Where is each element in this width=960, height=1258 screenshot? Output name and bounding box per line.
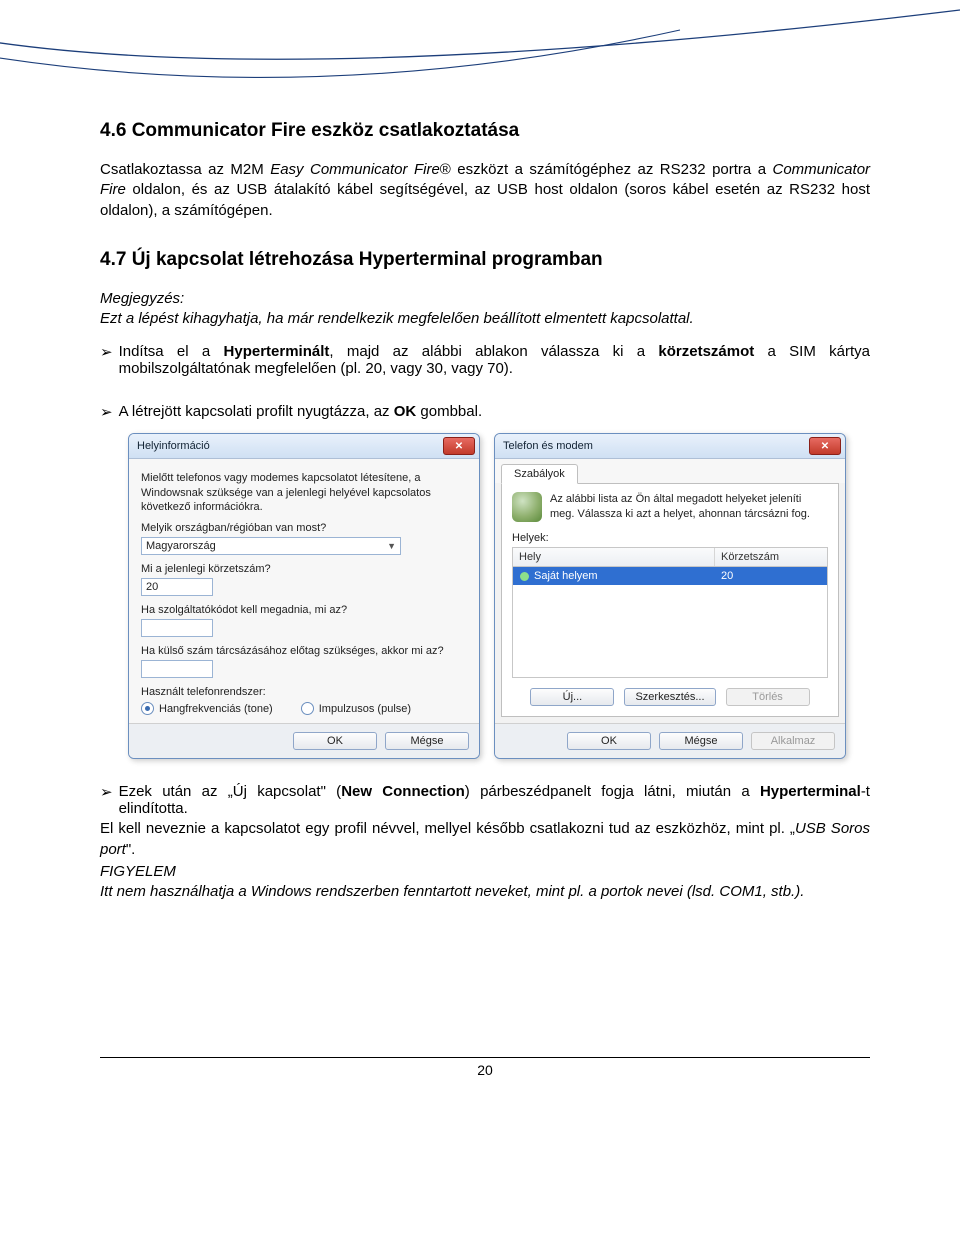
radio-tone[interactable]: Hangfrekvenciás (tone) bbox=[141, 702, 273, 715]
bullet-2: ➢ A létrejött kapcsolati profilt nyugtáz… bbox=[100, 403, 870, 421]
bullet-1: ➢ Indítsa el a Hyperterminált, majd az a… bbox=[100, 343, 870, 377]
text: Csatlakoztassa az M2M bbox=[100, 161, 270, 178]
cancel-button[interactable]: Mégse bbox=[659, 732, 743, 750]
text-bold: Hyperterminált bbox=[224, 343, 330, 360]
radio-label: Hangfrekvenciás (tone) bbox=[159, 703, 273, 715]
dialog-figures: Helyinformáció ✕ Mielőtt telefonos vagy … bbox=[128, 433, 870, 759]
list-header: Hely Körzetszám bbox=[512, 547, 828, 566]
text: , majd az alábbi ablakon válassza ki a bbox=[329, 343, 658, 360]
text: El kell neveznie a kapcsolatot egy profi… bbox=[100, 820, 795, 837]
radio-icon bbox=[301, 702, 314, 715]
edit-button[interactable]: Szerkesztés... bbox=[624, 688, 715, 706]
text: A létrejött kapcsolati profilt nyugtázza… bbox=[119, 403, 394, 420]
warning-label: FIGYELEM bbox=[100, 862, 870, 882]
page-footer: 20 bbox=[100, 1057, 870, 1078]
outside-prefix-input[interactable] bbox=[141, 660, 213, 678]
col-location: Hely bbox=[513, 548, 715, 566]
text-bold: körzetszámot bbox=[658, 343, 754, 360]
apply-button[interactable]: Alkalmaz bbox=[751, 732, 835, 750]
carrier-code-input[interactable] bbox=[141, 619, 213, 637]
label-carrier-code: Ha szolgáltatókódot kell megadnia, mi az… bbox=[141, 604, 467, 616]
label-outside-prefix: Ha külső szám tárcsázásához előtag szüks… bbox=[141, 645, 467, 657]
radio-icon bbox=[141, 702, 154, 715]
cell-area-code: 20 bbox=[715, 567, 827, 585]
note-body: Ezt a lépést kihagyhatja, ha már rendelk… bbox=[100, 309, 870, 329]
col-area-code: Körzetszám bbox=[715, 548, 827, 566]
para-after-bullet3: El kell neveznie a kapcsolatot egy profi… bbox=[100, 819, 870, 860]
intro-text: Az alábbi lista az Ön által megadott hel… bbox=[550, 492, 828, 521]
radio-pulse[interactable]: Impulzusos (pulse) bbox=[301, 702, 411, 715]
locations-listbox[interactable]: Saját helyem 20 bbox=[512, 566, 828, 678]
cell-location: Saját helyem bbox=[534, 570, 598, 582]
status-dot-icon bbox=[519, 571, 530, 582]
titlebar: Telefon és modem ✕ bbox=[495, 434, 845, 459]
cancel-button[interactable]: Mégse bbox=[385, 732, 469, 750]
text-bold: Hyperterminal bbox=[760, 783, 861, 800]
tab-rules[interactable]: Szabályok bbox=[501, 464, 578, 484]
para-4-6: Csatlakoztassa az M2M Easy Communicator … bbox=[100, 160, 870, 221]
radio-label: Impulzusos (pulse) bbox=[319, 703, 411, 715]
dialog-phone-modem: Telefon és modem ✕ Szabályok Az alábbi l… bbox=[494, 433, 846, 759]
close-icon[interactable]: ✕ bbox=[809, 437, 841, 455]
chevron-down-icon: ▼ bbox=[387, 541, 396, 551]
text-bold: OK bbox=[394, 403, 417, 420]
text-bold: New Connection bbox=[341, 783, 465, 800]
note-label: Megjegyzés: bbox=[100, 289, 870, 309]
dropdown-value: Magyarország bbox=[146, 540, 216, 552]
titlebar: Helyinformáció ✕ bbox=[129, 434, 479, 459]
bullet-mark-icon: ➢ bbox=[100, 343, 113, 377]
close-icon[interactable]: ✕ bbox=[443, 437, 475, 455]
page-number: 20 bbox=[477, 1062, 493, 1078]
dialog-location-info: Helyinformáció ✕ Mielőtt telefonos vagy … bbox=[128, 433, 480, 759]
heading-4-7: 4.7 Új kapcsolat létrehozása Hypertermin… bbox=[100, 249, 870, 271]
warning-body: Itt nem használhatja a Windows rendszerb… bbox=[100, 882, 870, 902]
text: oldalon, és az USB átalakító kábel segít… bbox=[100, 181, 870, 218]
delete-button[interactable]: Törlés bbox=[726, 688, 810, 706]
new-button[interactable]: Új... bbox=[530, 688, 614, 706]
intro-text: Mielőtt telefonos vagy modemes kapcsolat… bbox=[141, 471, 467, 514]
dialog-title: Telefon és modem bbox=[503, 440, 593, 452]
text: ) párbeszédpanelt fogja látni, miután a bbox=[465, 783, 760, 800]
text: gombbal. bbox=[416, 403, 482, 420]
country-dropdown[interactable]: Magyarország ▼ bbox=[141, 537, 401, 555]
product-name: Easy Communicator Fire bbox=[270, 161, 440, 178]
bullet-3: ➢ Ezek után az „Új kapcsolat" (New Conne… bbox=[100, 783, 870, 817]
text: Indítsa el a bbox=[119, 343, 224, 360]
text: ". bbox=[126, 841, 136, 858]
bullet-mark-icon: ➢ bbox=[100, 783, 113, 817]
label-locations: Helyek: bbox=[512, 532, 828, 544]
list-row-selected[interactable]: Saját helyem 20 bbox=[513, 567, 827, 585]
ok-button[interactable]: OK bbox=[567, 732, 651, 750]
label-area-code: Mi a jelenlegi körzetszám? bbox=[141, 563, 467, 575]
label-phone-system: Használt telefonrendszer: bbox=[141, 686, 467, 698]
page-content: 4.6 Communicator Fire eszköz csatlakozta… bbox=[0, 0, 960, 1100]
ok-button[interactable]: OK bbox=[293, 732, 377, 750]
area-code-input[interactable]: 20 bbox=[141, 578, 213, 596]
heading-4-6: 4.6 Communicator Fire eszköz csatlakozta… bbox=[100, 120, 870, 142]
globe-icon bbox=[512, 492, 542, 522]
label-country: Melyik országban/régióban van most? bbox=[141, 522, 467, 534]
dialog-title: Helyinformáció bbox=[137, 440, 210, 452]
text: ® eszközt a számítógéphez az RS232 portr… bbox=[440, 161, 773, 178]
text: Ezek után az „Új kapcsolat" ( bbox=[119, 783, 342, 800]
bullet-mark-icon: ➢ bbox=[100, 403, 113, 421]
